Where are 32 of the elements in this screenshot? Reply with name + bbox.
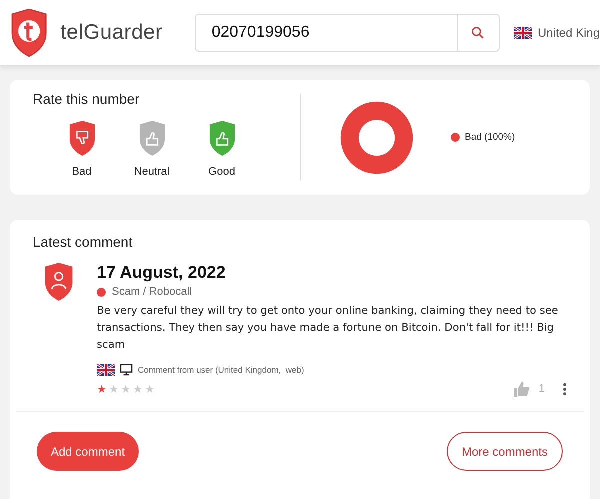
comment-text: Be very careful they will try to get onto your online banking, claiming they need to see transactions. They then say you have made a fortune on Bitcoin. Don't fall for it!!! Big scam [97,304,560,353]
search-icon [471,26,486,40]
thumbs-up-shield-icon [138,121,166,156]
star-icon: ★ [121,382,131,396]
brand-name: telGuarder [60,20,163,44]
rating-option[interactable]: Good [202,121,242,178]
add-comment-button[interactable]: Add comment [37,432,140,471]
thumbs-up-shield-icon [208,121,236,156]
star-icon: ★ [109,382,119,396]
flag-icon [514,26,532,38]
star-icon: ★ [133,382,143,396]
country-selector[interactable]: United King [538,26,600,40]
section-title: Rate this number [33,91,141,107]
comment-category: Scam / Robocall [112,286,192,298]
thumbs-up-icon[interactable] [512,381,531,397]
like-count: 1 [538,383,545,395]
comment-date: 17 August, 2022 [97,263,227,283]
monitor-icon [120,364,133,376]
search-field[interactable]: 02070199056 [194,14,500,52]
more-options-icon[interactable] [563,382,567,396]
thumbs-down-shield-icon [68,121,96,156]
logo-icon [10,8,49,56]
user-shield-icon [43,263,75,301]
section-title: Latest comment [32,234,134,250]
more-comments-button[interactable]: More comments [446,432,563,471]
comment-source: Comment from user (United Kingdom, web) [138,365,304,375]
legend-label: Bad (100%) [465,132,516,143]
rating-option[interactable]: Bad [62,121,102,178]
rating-option[interactable]: Neutral [132,121,172,178]
star-icon: ★ [97,382,107,396]
flag-icon [97,364,115,376]
star-icon: ★ [145,382,155,396]
